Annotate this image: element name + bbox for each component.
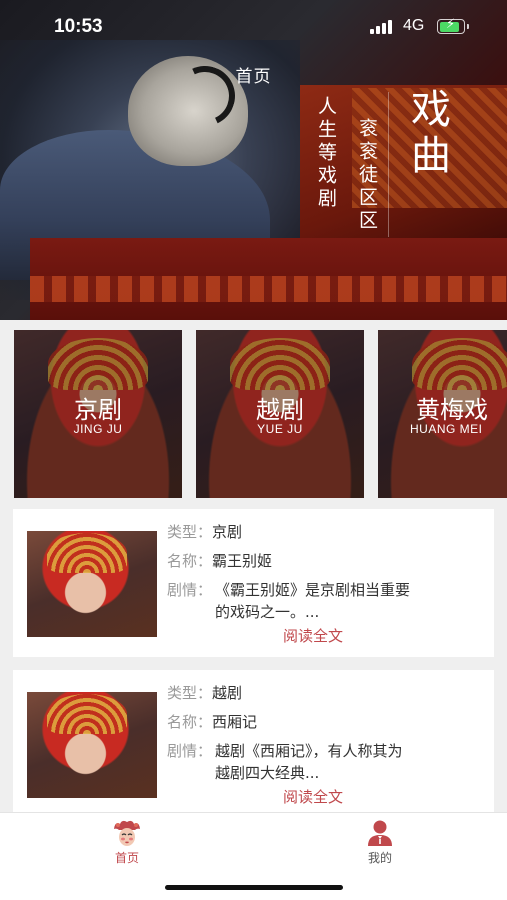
- type-label: 类型：: [167, 523, 213, 541]
- opera-thumbnail: [27, 692, 157, 798]
- charging-icon: ⚡: [446, 17, 456, 32]
- opera-list-item[interactable]: 类型：京剧 名称：霸王别姬 剧情： 《霸王别姬》是京剧相当重要的戏码之一。...…: [13, 509, 494, 657]
- category-carousel[interactable]: 京剧 JING JU 越剧 YUE JU 黄梅戏 HUANG MEI: [0, 330, 507, 498]
- tab-mine-label: 我的: [367, 851, 392, 865]
- type-value: 京剧: [212, 523, 243, 541]
- tab-mine[interactable]: 我的: [320, 813, 440, 873]
- hero-vertical-sub-1: 人生等戏剧: [315, 96, 337, 211]
- network-type: 4G: [403, 17, 425, 34]
- read-more-link[interactable]: 阅读全文: [283, 625, 343, 646]
- opera-thumbnail: [27, 531, 157, 637]
- category-card-yueju[interactable]: 越剧 YUE JU: [196, 330, 364, 498]
- hero-vertical-sub-2: 衮衮徒区区: [356, 118, 378, 233]
- headdress-image: [412, 338, 507, 390]
- read-more-link[interactable]: 阅读全文: [283, 786, 343, 807]
- plot-summary: 《霸王别姬》是京剧相当重要的戏码之一。...: [215, 581, 411, 621]
- name-field: 名称：霸王别姬: [167, 550, 272, 572]
- category-name: 越剧: [256, 396, 304, 424]
- category-name: 京剧: [74, 396, 122, 424]
- category-pinyin: YUE JU: [257, 422, 303, 436]
- plot-field: 剧情： 《霸王别姬》是京剧相当重要的戏码之一。...: [167, 579, 412, 623]
- signal-icon: [370, 20, 394, 34]
- plot-field: 剧情： 越剧《西厢记》，有人称其为越剧四大经典...: [167, 740, 412, 784]
- category-card-huangmeixi[interactable]: 黄梅戏 HUANG MEI: [378, 330, 507, 498]
- name-value: 西厢记: [212, 713, 258, 731]
- type-label: 类型：: [167, 684, 213, 702]
- plot-label: 剧情：: [167, 581, 213, 599]
- tab-home[interactable]: 首页: [67, 813, 187, 873]
- name-label: 名称：: [167, 552, 213, 570]
- hero-vertical-title: 戏曲: [404, 88, 450, 180]
- category-pinyin: HUANG MEI: [410, 422, 483, 436]
- name-field: 名称：西厢记: [167, 711, 257, 733]
- app-screen: 首页 人生等戏剧 衮衮徒区区 戏曲 10:53 4G ⚡ 京剧 JING JU …: [0, 0, 507, 900]
- type-field: 类型：京剧: [167, 521, 242, 543]
- headdress-image: [48, 338, 148, 390]
- hero-divider: [388, 92, 389, 237]
- headdress-image: [230, 338, 330, 390]
- status-time: 10:53: [54, 16, 103, 37]
- page-title: 首页: [235, 67, 272, 87]
- plot-label: 剧情：: [167, 742, 213, 760]
- opera-mask-icon: [114, 820, 140, 846]
- plot-summary: 越剧《西厢记》，有人称其为越剧四大经典...: [215, 742, 403, 782]
- opera-list-item[interactable]: 类型：越剧 名称：西厢记 剧情： 越剧《西厢记》，有人称其为越剧四大经典... …: [13, 670, 494, 818]
- user-icon: [368, 820, 392, 846]
- type-field: 类型：越剧: [167, 682, 242, 704]
- category-name: 黄梅戏: [416, 396, 488, 424]
- tab-home-label: 首页: [114, 851, 139, 865]
- status-bar: 10:53 4G ⚡: [0, 0, 507, 52]
- category-card-jingju[interactable]: 京剧 JING JU: [14, 330, 182, 498]
- type-value: 越剧: [212, 684, 243, 702]
- category-pinyin: JING JU: [73, 422, 123, 436]
- home-indicator[interactable]: [165, 885, 343, 890]
- name-value: 霸王别姬: [212, 552, 273, 570]
- name-label: 名称：: [167, 713, 213, 731]
